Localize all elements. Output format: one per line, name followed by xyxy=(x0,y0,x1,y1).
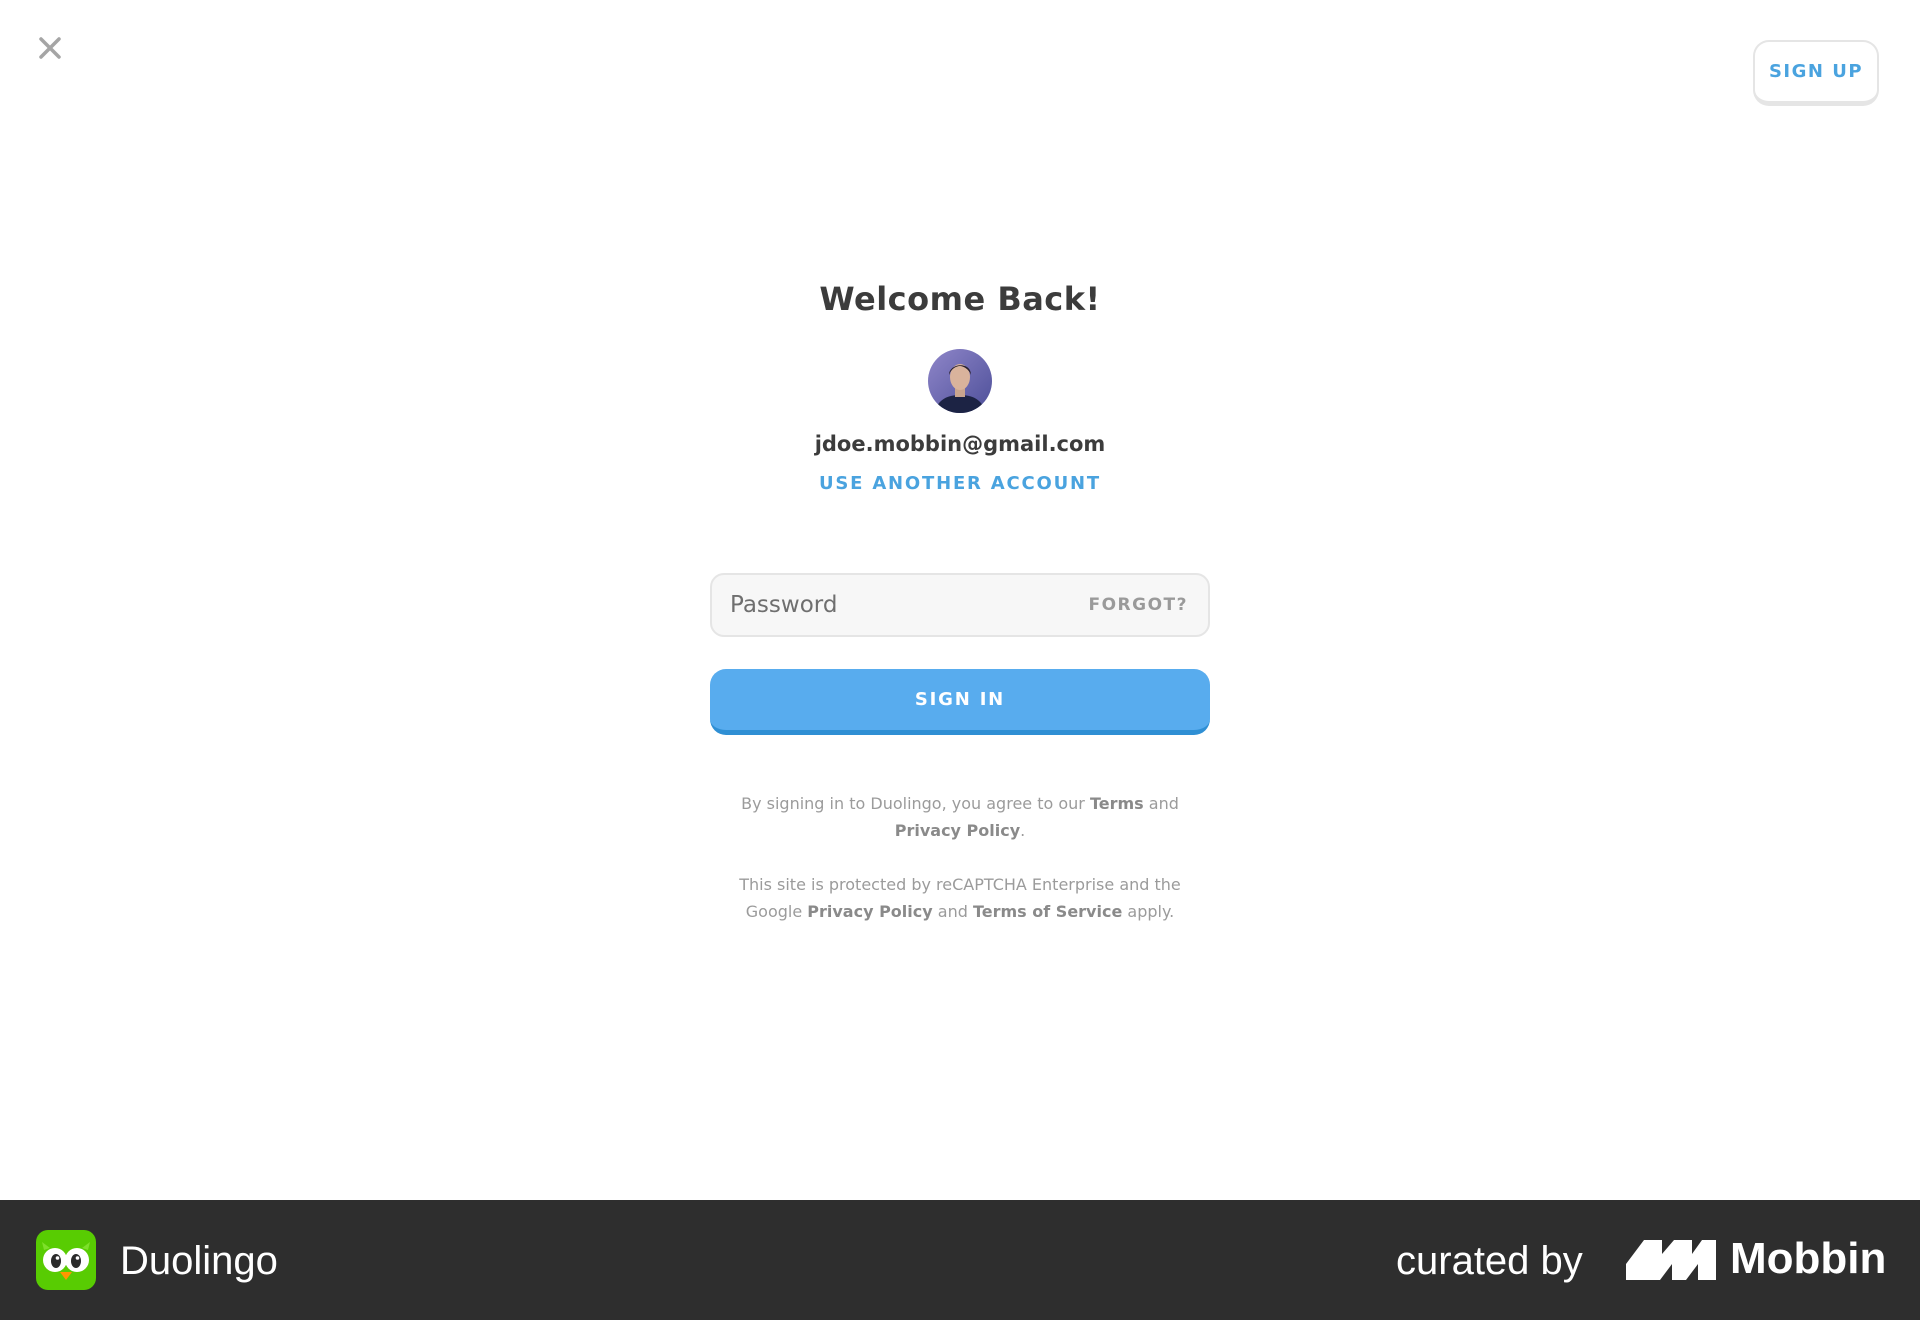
duolingo-app-icon xyxy=(36,1230,96,1290)
recaptcha-notice-and: and xyxy=(932,902,973,921)
google-terms-of-service-link[interactable]: Terms of Service xyxy=(973,902,1122,921)
recaptcha-notice: This site is protected by reCAPTCHA Ente… xyxy=(710,871,1210,925)
use-another-account-link[interactable]: USE ANOTHER ACCOUNT xyxy=(710,473,1210,494)
terms-notice-suffix: . xyxy=(1020,821,1026,840)
terms-link[interactable]: Terms xyxy=(1090,794,1144,813)
mobbin-brand-name: Mobbin xyxy=(1730,1234,1887,1283)
avatar xyxy=(928,349,992,413)
sign-up-button[interactable]: SIGN UP xyxy=(1753,40,1879,106)
curated-by-label: curated by xyxy=(1396,1239,1583,1283)
page-title: Welcome Back! xyxy=(819,280,1101,318)
recaptcha-notice-suffix: apply. xyxy=(1122,902,1175,921)
google-privacy-policy-link[interactable]: Privacy Policy xyxy=(807,902,932,921)
account-email: jdoe.mobbin@gmail.com xyxy=(814,432,1106,456)
terms-notice: By signing in to Duolingo, you agree to … xyxy=(710,790,1210,844)
close-icon xyxy=(39,37,61,59)
forgot-password-link[interactable]: FORGOT? xyxy=(1088,575,1188,635)
password-field: FORGOT? xyxy=(710,573,1210,637)
terms-notice-and: and xyxy=(1143,794,1179,813)
sign-in-button[interactable]: SIGN IN xyxy=(710,669,1210,735)
password-input[interactable] xyxy=(730,575,1060,635)
close-button[interactable] xyxy=(36,34,64,62)
privacy-policy-link[interactable]: Privacy Policy xyxy=(895,821,1020,840)
login-page: SIGN UP Welcome Back! jdoe.mobbin@gmail.… xyxy=(0,0,1920,1200)
terms-notice-prefix: By signing in to Duolingo, you agree to … xyxy=(741,794,1090,813)
app-name: Duolingo xyxy=(120,1239,278,1283)
mobbin-logo-icon xyxy=(1626,1240,1716,1280)
